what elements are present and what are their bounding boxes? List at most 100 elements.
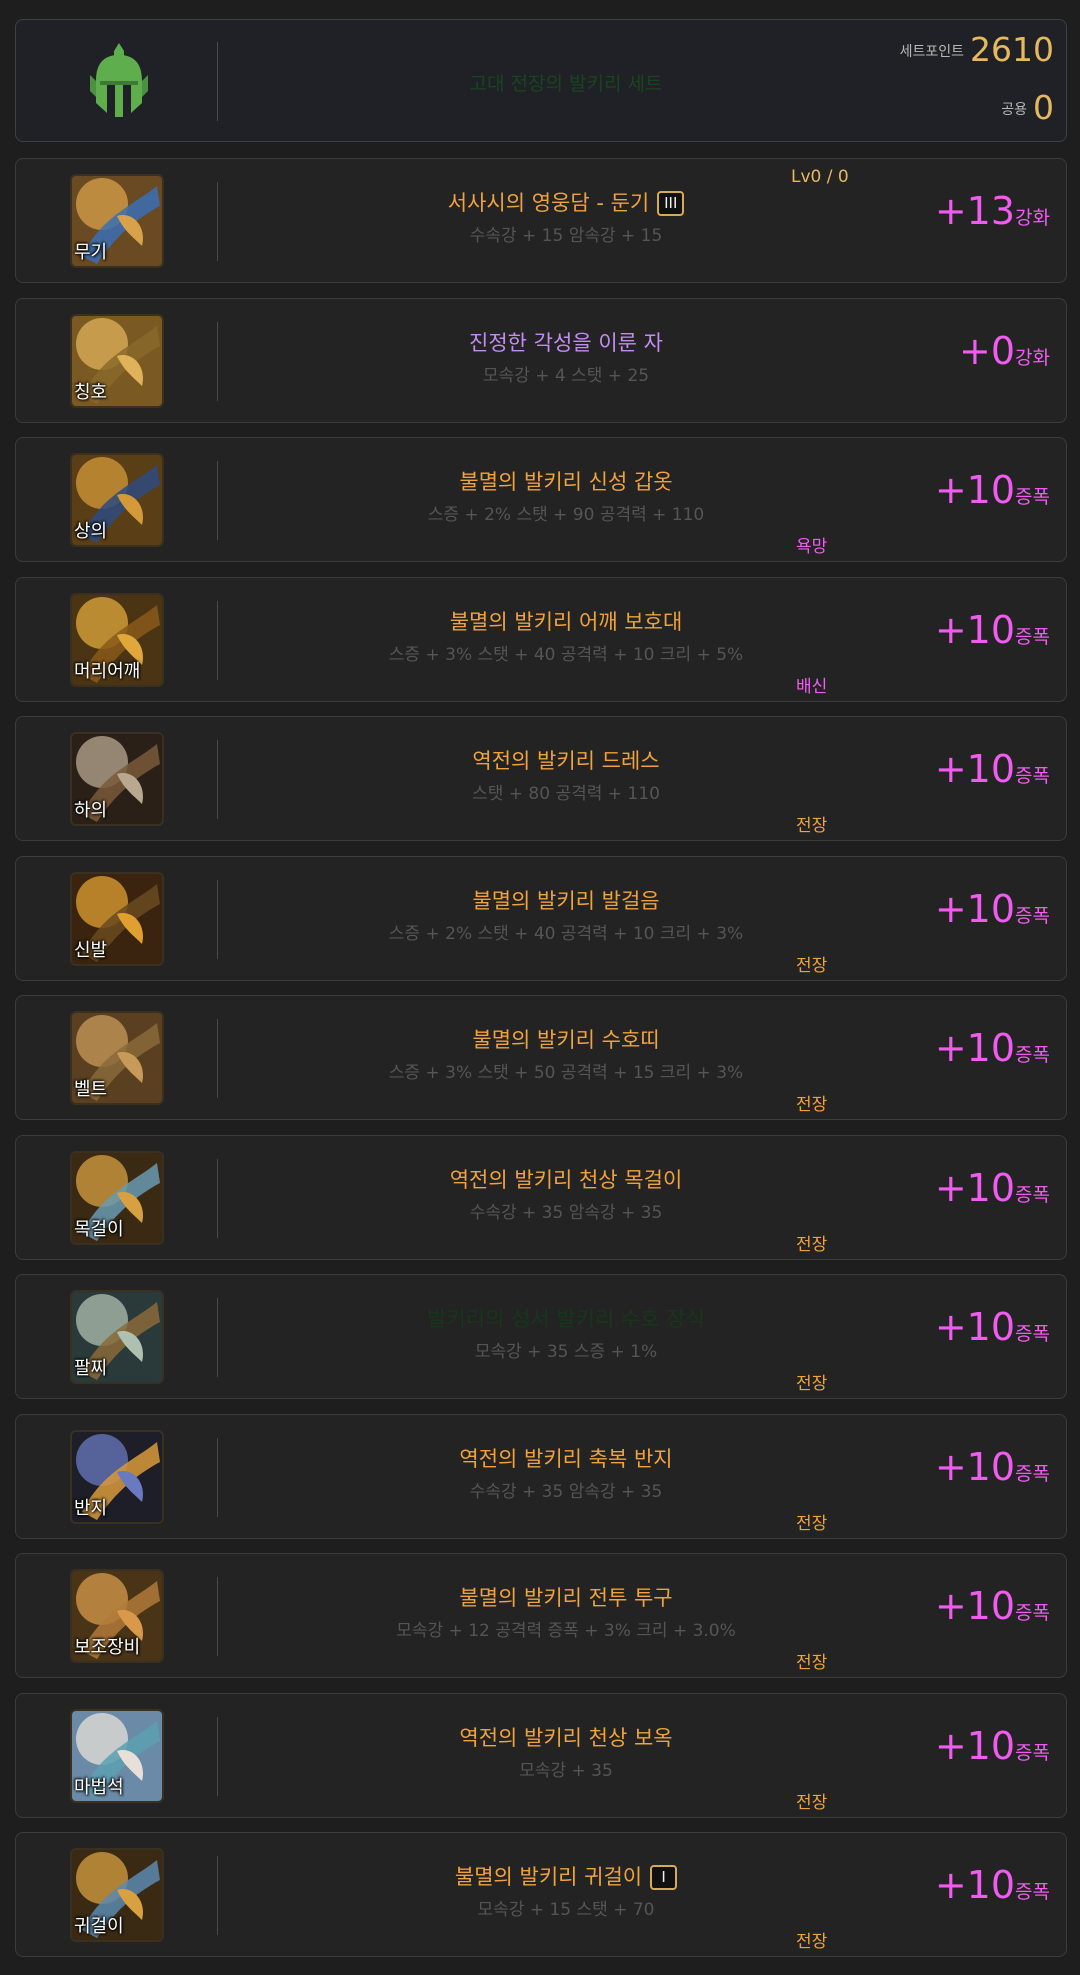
item-name: 불멸의 발키리 귀걸이 I xyxy=(236,1861,896,1891)
item-stats: 스증 + 2% 스탯 + 40 공격력 + 10 크리 + 3% xyxy=(388,924,744,944)
equipment-row[interactable]: 목걸이 역전의 발키리 천상 목걸이수속강 + 35 암속강 + 35 +10증폭전… xyxy=(15,1135,1067,1260)
slot-label: 귀걸이 xyxy=(74,1916,124,1937)
equipment-row[interactable]: 머리어깨 불멸의 발키리 어깨 보호대스증 + 3% 스탯 + 40 공격력 + … xyxy=(15,577,1067,702)
slot-label: 무기 xyxy=(74,242,108,263)
item-name: 불멸의 발키리 발걸음 xyxy=(236,885,896,915)
row-divider xyxy=(217,1577,218,1656)
slot-label: 반지 xyxy=(74,1498,108,1519)
equipment-row[interactable]: 상의 불멸의 발키리 신성 갑옷스증 + 2% 스탯 + 90 공격력 + 110… xyxy=(15,437,1067,562)
enhance-unit: 증폭 xyxy=(1015,1044,1050,1066)
ring-icon[interactable]: 반지 xyxy=(70,1430,164,1524)
enhance-value: +10증폭 xyxy=(935,1863,1050,1907)
enhance-value: +10증폭 xyxy=(935,887,1050,931)
enhance-unit: 증폭 xyxy=(1015,1742,1050,1764)
row-divider xyxy=(217,601,218,680)
boots-icon[interactable]: 신발 xyxy=(70,872,164,966)
sub-equip-icon[interactable]: 보조장비 xyxy=(70,1569,164,1663)
enhance-value: +10증폭 xyxy=(935,468,1050,512)
equipment-row[interactable]: 칭호 진정한 각성을 이룬 자 모속강 + 4 스탯 + 25 +0강화 xyxy=(15,298,1067,423)
item-name: 불멸의 발키리 신성 갑옷 xyxy=(236,466,896,496)
enhance-number: +10 xyxy=(934,1445,1016,1489)
item-name-text: 불멸의 발키리 귀걸이 xyxy=(454,1865,643,1889)
armor-icon[interactable]: 상의 xyxy=(70,453,164,547)
bracelet-icon[interactable]: 팔찌 xyxy=(70,1290,164,1384)
equipment-row[interactable]: 무기 서사시의 영웅담 - 둔기 III Lv0 / 0 수속강 + 15 암속강 + … xyxy=(15,158,1067,283)
magic-stone-icon[interactable]: 마법석 xyxy=(70,1709,164,1803)
row-divider xyxy=(217,1019,218,1098)
equipment-row[interactable]: 하의 역전의 발키리 드레스 스탯 + 80 공격력 + 110 +10증폭 전장 xyxy=(15,716,1067,841)
enhance-value: +10증폭 xyxy=(935,1724,1050,1768)
equipment-panel: 고대 전장의 발키리 세트 세트포인트 2610 공용 0 무기 서사시의 영웅담 -… xyxy=(0,0,1080,1975)
enhance-number: +10 xyxy=(934,747,1016,791)
pants-icon[interactable]: 하의 xyxy=(70,732,164,826)
slot-label: 벨트 xyxy=(74,1079,108,1100)
item-name: 불멸의 발키리 어깨 보호대 xyxy=(236,606,896,636)
item-stats: 스증 + 2% 스탯 + 90 공격력 + 110 xyxy=(427,505,705,525)
item-name-text: 역전의 발키리 드레스 xyxy=(472,749,660,773)
item-name-text: 불멸의 발키리 어깨 보호대 xyxy=(449,610,683,634)
row-divider xyxy=(217,880,218,959)
enhance-unit: 증폭 xyxy=(1015,1323,1050,1345)
item-name-text: 진정한 각성을 이룬 자 xyxy=(469,331,663,355)
header-divider xyxy=(217,42,218,121)
item-stats: 모속강 + 12 공격력 증폭 + 3% 크리 + 3.0% xyxy=(396,1621,736,1641)
row-divider xyxy=(217,322,218,401)
item-name: 불멸의 발키리 수호띠 xyxy=(236,1024,896,1054)
enhance-number: +10 xyxy=(934,468,1016,512)
enhance-number: +10 xyxy=(934,1863,1016,1907)
item-name-text: 역전의 발키리 천상 보옥 xyxy=(459,1726,673,1750)
item-name: 역전의 발키리 드레스 xyxy=(236,745,896,775)
equipment-row[interactable]: 보조장비 불멸의 발키리 전투 투구 모속강 + 12 공격력 증폭 + 3% 크리… xyxy=(15,1553,1067,1678)
enhance-value: +10증폭 xyxy=(935,1026,1050,1070)
item-name: 역전의 발키리 천상 보옥 xyxy=(236,1722,896,1752)
enhance-unit: 증폭 xyxy=(1015,486,1050,508)
item-name-text: 불멸의 발키리 발걸음 xyxy=(472,889,660,913)
enhance-value: +10증폭 xyxy=(935,1305,1050,1349)
belt-icon[interactable]: 벨트 xyxy=(70,1011,164,1105)
slot-label: 머리어깨 xyxy=(74,661,141,682)
equipment-row[interactable]: 신발 불멸의 발키리 발걸음스증 + 2% 스탯 + 40 공격력 + 10 크리… xyxy=(15,856,1067,981)
item-name: 역전의 발키리 축복 반지 xyxy=(236,1443,896,1473)
equipment-row[interactable]: 마법석 역전의 발키리 천상 보옥 모속강 + 35 +10증폭 전장 xyxy=(15,1693,1067,1818)
slot-label: 하의 xyxy=(74,800,108,821)
equipment-row[interactable]: 팔찌 발키리의 성서 발키리 수호 장식 모속강 + 35 스증 + 1% +10증폭… xyxy=(15,1274,1067,1399)
item-stats: 수속강 + 35 암속강 + 35 xyxy=(469,1203,663,1223)
item-name-text: 발키리의 성서 발키리 수호 장식 xyxy=(427,1307,705,1331)
equipment-row[interactable]: 벨트 불멸의 발키리 수호띠 스증 + 3% 스탯 + 50 공격력 + 15 크리… xyxy=(15,995,1067,1120)
necklace-icon[interactable]: 목걸이 xyxy=(70,1151,164,1245)
enhance-value: +10증폭 xyxy=(935,1584,1050,1628)
item-tag: 전장 xyxy=(796,956,828,976)
row-divider xyxy=(217,740,218,819)
item-tag: 전장 xyxy=(796,816,828,836)
enhance-value: +13강화 xyxy=(935,189,1050,233)
earring-icon[interactable]: 귀걸이 xyxy=(70,1848,164,1942)
item-name-text: 서사시의 영웅담 - 둔기 xyxy=(447,191,650,215)
item-tag: 전장 xyxy=(796,1653,828,1673)
item-stats: 스증 + 3% 스탯 + 40 공격력 + 10 크리 + 5% xyxy=(388,645,744,665)
enhance-unit: 강화 xyxy=(1015,207,1050,229)
slot-label: 상의 xyxy=(74,521,108,542)
item-tag: 전장 xyxy=(796,1235,828,1255)
enhance-unit: 증폭 xyxy=(1015,1184,1050,1206)
setpoint-value: 2610 xyxy=(970,30,1054,69)
row-divider xyxy=(217,1717,218,1796)
equipment-row[interactable]: 반지 역전의 발키리 축복 반지 수속강 + 35 암속강 + 35 +10증폭 전장 xyxy=(15,1414,1067,1539)
row-divider xyxy=(217,182,218,261)
slot-label: 목걸이 xyxy=(74,1219,124,1240)
mace-icon[interactable]: 무기 xyxy=(70,174,164,268)
shoulder-icon[interactable]: 머리어깨 xyxy=(70,593,164,687)
item-name: 발키리의 성서 발키리 수호 장식 xyxy=(236,1303,896,1333)
enhance-number: +10 xyxy=(934,608,1016,652)
item-level: Lv0 / 0 xyxy=(791,167,849,187)
slot-label: 팔찌 xyxy=(74,1358,108,1379)
item-name-text: 역전의 발키리 축복 반지 xyxy=(459,1447,673,1471)
item-name-text: 역전의 발키리 천상 목걸이 xyxy=(449,1168,683,1192)
enhance-unit: 증폭 xyxy=(1015,1881,1050,1903)
item-name-text: 불멸의 발키리 수호띠 xyxy=(472,1028,660,1052)
equipment-row[interactable]: 귀걸이 불멸의 발키리 귀걸이 I 모속강 + 15 스탯 + 70 +10증폭 전장 xyxy=(15,1832,1067,1957)
item-tag: 전장 xyxy=(796,1374,828,1394)
title-icon[interactable]: 칭호 xyxy=(70,314,164,408)
item-stats: 스탯 + 80 공격력 + 110 xyxy=(472,784,660,804)
item-name: 서사시의 영웅담 - 둔기 III xyxy=(236,187,896,217)
enhance-number: +10 xyxy=(934,1166,1016,1210)
